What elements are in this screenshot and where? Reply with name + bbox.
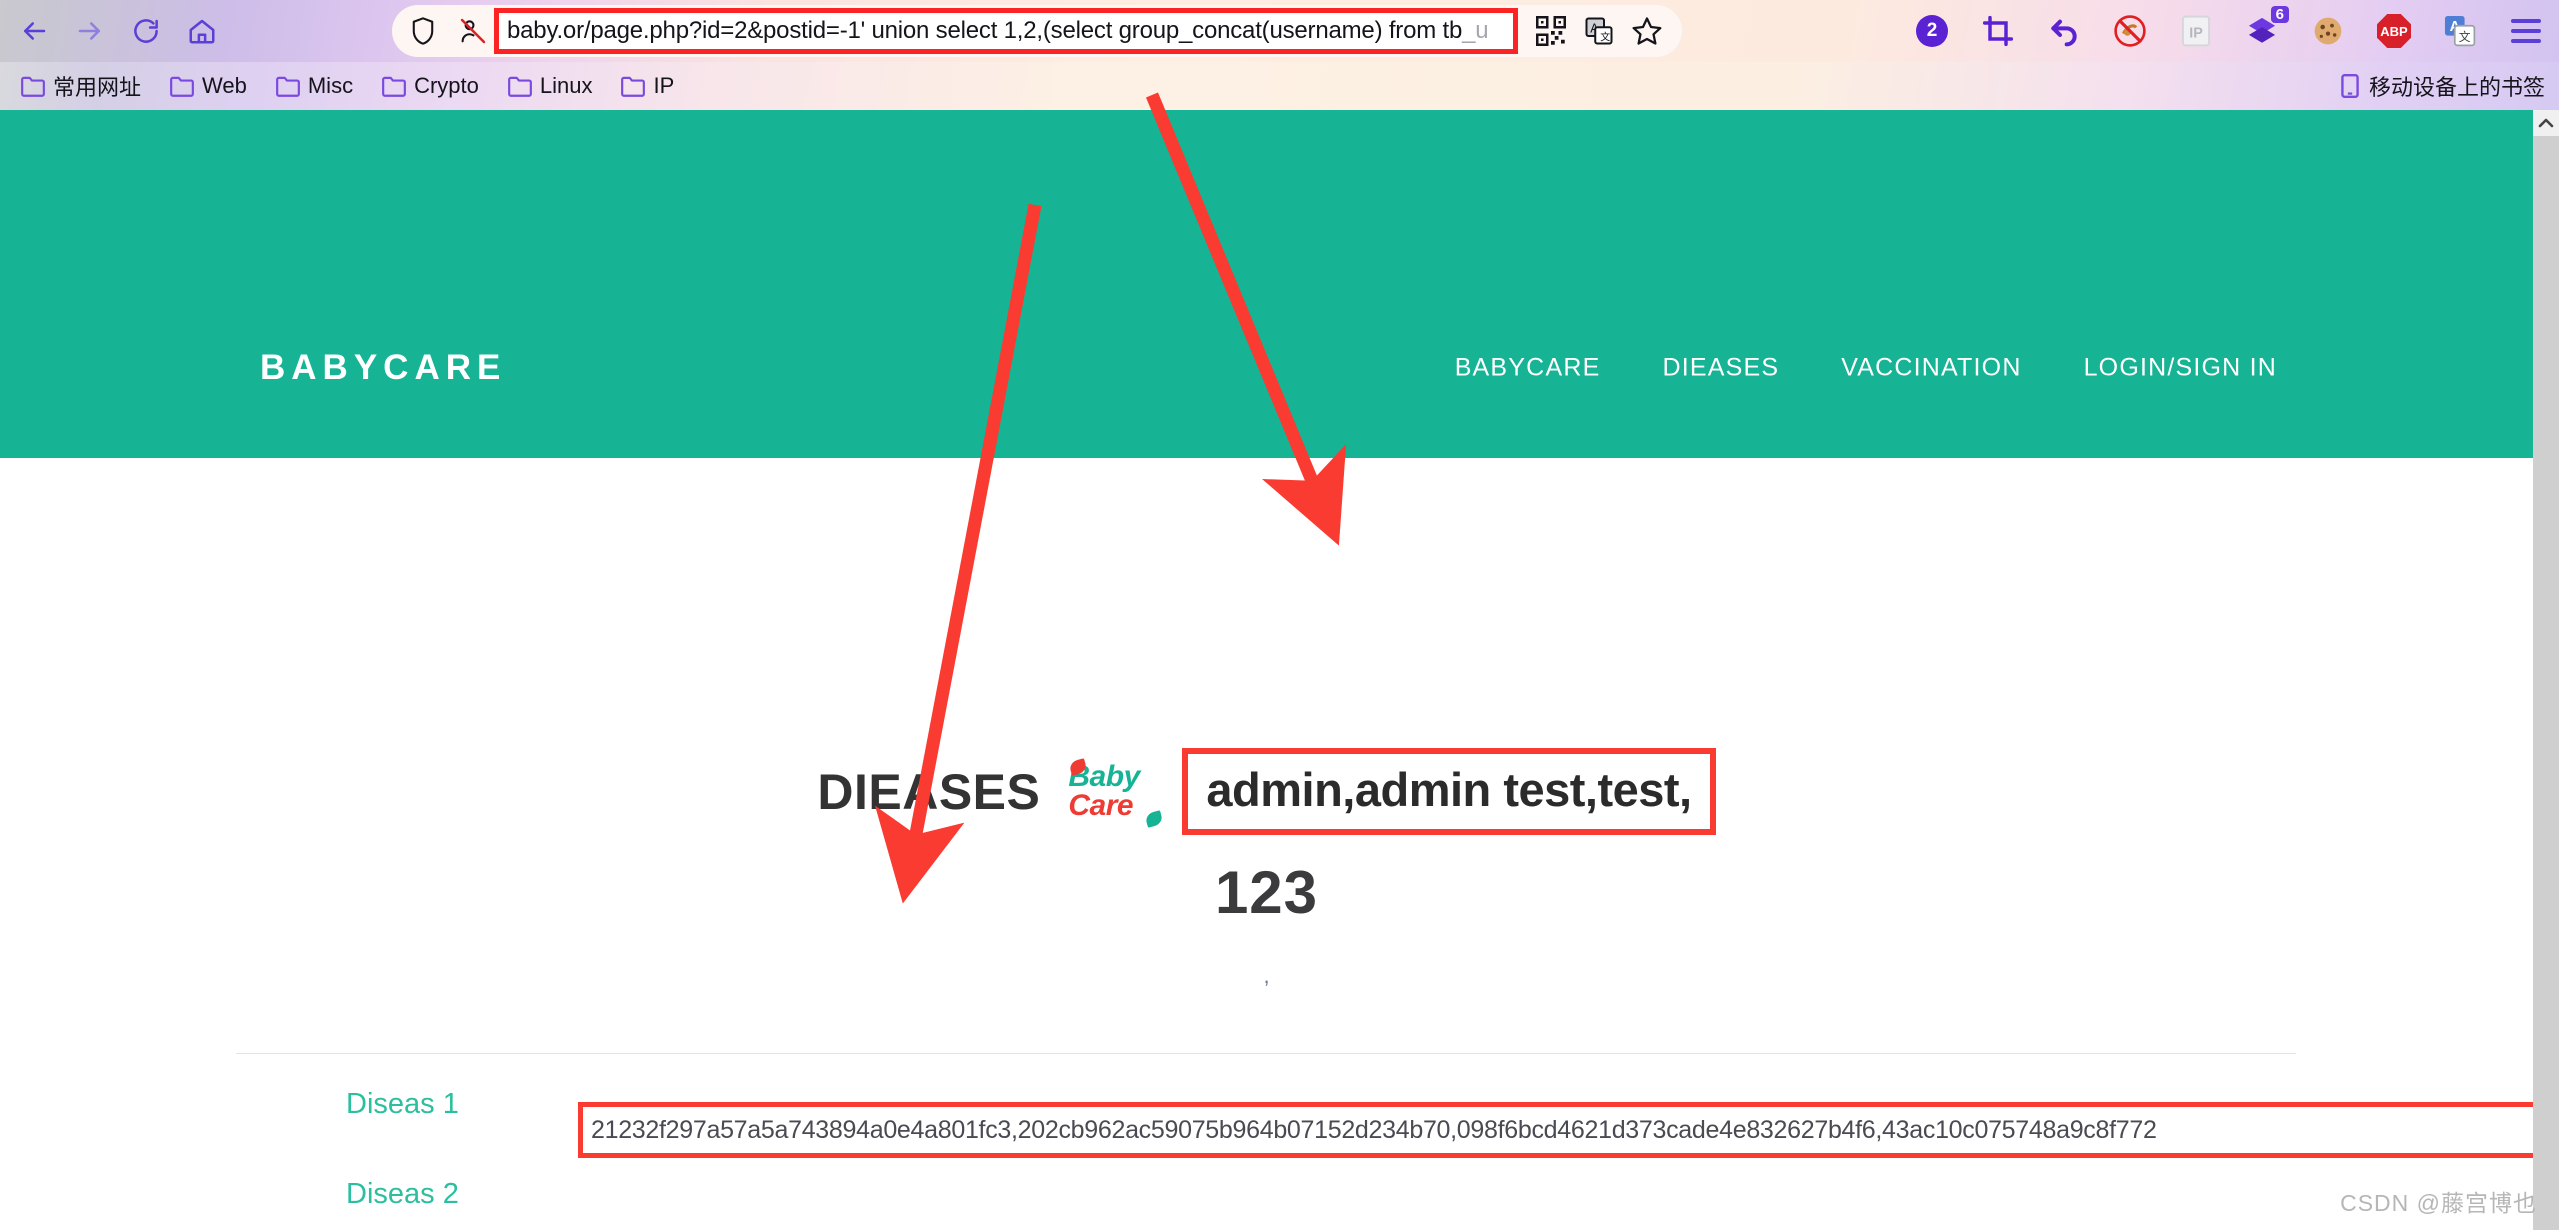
bookmarks-bar: 常用网址 Web Misc Crypto [0, 62, 2559, 110]
content-divider [236, 1053, 2296, 1054]
extension-toolbar: 2 IP [1913, 0, 2545, 62]
site-brand[interactable]: BABYCARE [260, 348, 506, 388]
bookmark-label: IP [653, 73, 674, 99]
babycare-logo: Baby Care [1068, 756, 1164, 828]
url-truncated-tail: _u [1462, 17, 1488, 44]
back-icon[interactable] [8, 5, 60, 57]
page-viewport: BABYCARE BABYCARE DIEASES VACCINATION LO… [0, 110, 2559, 1230]
noscript-extension-icon[interactable] [2111, 12, 2149, 50]
folder-icon [620, 74, 646, 98]
container-tabs-icon[interactable]: 2 [1913, 12, 1951, 50]
svg-text:文: 文 [1600, 30, 1610, 43]
translate-card-icon[interactable]: A 文 [2441, 12, 2479, 50]
injected-hashes-value: 21232f297a57a5a743894a0e4a801fc3,202cb96… [583, 1116, 2157, 1145]
container-count-badge: 2 [1916, 15, 1948, 47]
bookmark-star-icon[interactable] [1630, 14, 1664, 48]
address-bar-actions: A 文 [1518, 14, 1682, 48]
download-count-badge: 6 [2271, 6, 2289, 23]
adblock-plus-icon[interactable]: ABP [2375, 12, 2413, 50]
bookmark-folder-1[interactable]: Web [163, 70, 253, 102]
crop-icon[interactable] [1979, 12, 2017, 50]
site-navigation: BABYCARE DIEASES VACCINATION LOGIN/SIGN … [1455, 354, 2277, 383]
qr-code-icon[interactable] [1534, 14, 1568, 48]
navigation-buttons [8, 0, 228, 62]
nav-item-dieases[interactable]: DIEASES [1662, 354, 1779, 383]
svg-text:IP: IP [2189, 26, 2203, 42]
bookmark-label: Crypto [414, 73, 479, 99]
stray-comma-text: , [0, 963, 2533, 989]
injected-usernames-value: admin,admin test,test, [1206, 763, 1691, 816]
mobile-device-icon [2339, 73, 2361, 99]
page-title: DIEASES [817, 763, 1040, 821]
reload-icon[interactable] [120, 5, 172, 57]
ip-icon[interactable]: IP [2177, 12, 2215, 50]
bookmark-folder-3[interactable]: Crypto [375, 70, 485, 102]
bookmark-folder-0[interactable]: 常用网址 [14, 67, 147, 105]
forward-icon[interactable] [64, 5, 116, 57]
url-input[interactable]: baby.or/page.php?id=2&postid=-1' union s… [499, 17, 1488, 45]
abp-label: ABP [2377, 14, 2411, 48]
nav-item-babycare[interactable]: BABYCARE [1455, 354, 1601, 383]
page-scrollbar[interactable] [2533, 110, 2559, 1230]
browser-window: baby.or/page.php?id=2&postid=-1' union s… [0, 0, 2559, 1230]
address-bar[interactable]: baby.or/page.php?id=2&postid=-1' union s… [392, 5, 1682, 57]
url-highlight-box: baby.or/page.php?id=2&postid=-1' union s… [494, 8, 1518, 54]
translate-icon[interactable]: A 文 [1582, 14, 1616, 48]
folder-icon [275, 74, 301, 98]
diseases-list-item-2[interactable]: Diseas 2 [346, 1178, 459, 1211]
browser-toolbar: baby.or/page.php?id=2&postid=-1' union s… [0, 0, 2559, 62]
folder-icon [20, 74, 46, 98]
folder-icon [507, 74, 533, 98]
noscript-blocked-icon[interactable] [454, 12, 492, 50]
home-icon[interactable] [176, 5, 228, 57]
svg-text:文: 文 [2459, 30, 2471, 44]
bookmark-label: 常用网址 [53, 70, 141, 102]
hamburger-menu-icon[interactable] [2507, 12, 2545, 50]
scroll-up-icon[interactable] [2533, 110, 2559, 136]
csdn-watermark: CSDN @藤宫博也 [2340, 1184, 2537, 1218]
diseases-list: Diseas 1 Diseas 2 Diseas 3 [346, 1088, 459, 1230]
bookmark-label: Linux [540, 73, 593, 99]
bookmark-label: Web [202, 73, 247, 99]
injected-usernames-highlight: admin,admin test,test, [1182, 748, 1715, 835]
bookmark-folder-5[interactable]: IP [614, 70, 680, 102]
folder-icon [169, 74, 195, 98]
injected-number-value: 123 [0, 858, 2533, 927]
bookmark-folder-2[interactable]: Misc [269, 70, 359, 102]
cookie-icon[interactable] [2309, 12, 2347, 50]
undo-arrow-icon[interactable] [2045, 12, 2083, 50]
nav-item-vaccination[interactable]: VACCINATION [1841, 354, 2021, 383]
dieases-title-row: DIEASES Baby Care admin,admin test,test, [0, 748, 2533, 835]
stacked-diamonds-icon[interactable]: 6 [2243, 12, 2281, 50]
bookmark-label: Misc [308, 73, 353, 99]
mobile-bookmarks-item[interactable]: 移动设备上的书签 [2339, 70, 2545, 102]
site-header: BABYCARE BABYCARE DIEASES VACCINATION LO… [0, 110, 2533, 458]
injected-hashes-highlight: 21232f297a57a5a743894a0e4a801fc3,202cb96… [578, 1102, 2558, 1158]
folder-icon [381, 74, 407, 98]
shield-icon[interactable] [404, 12, 442, 50]
diseases-list-item-1[interactable]: Diseas 1 [346, 1088, 459, 1121]
nav-item-login-signin[interactable]: LOGIN/SIGN IN [2084, 354, 2277, 383]
bookmark-folder-4[interactable]: Linux [501, 70, 599, 102]
mobile-bookmarks-label: 移动设备上的书签 [2369, 70, 2545, 102]
